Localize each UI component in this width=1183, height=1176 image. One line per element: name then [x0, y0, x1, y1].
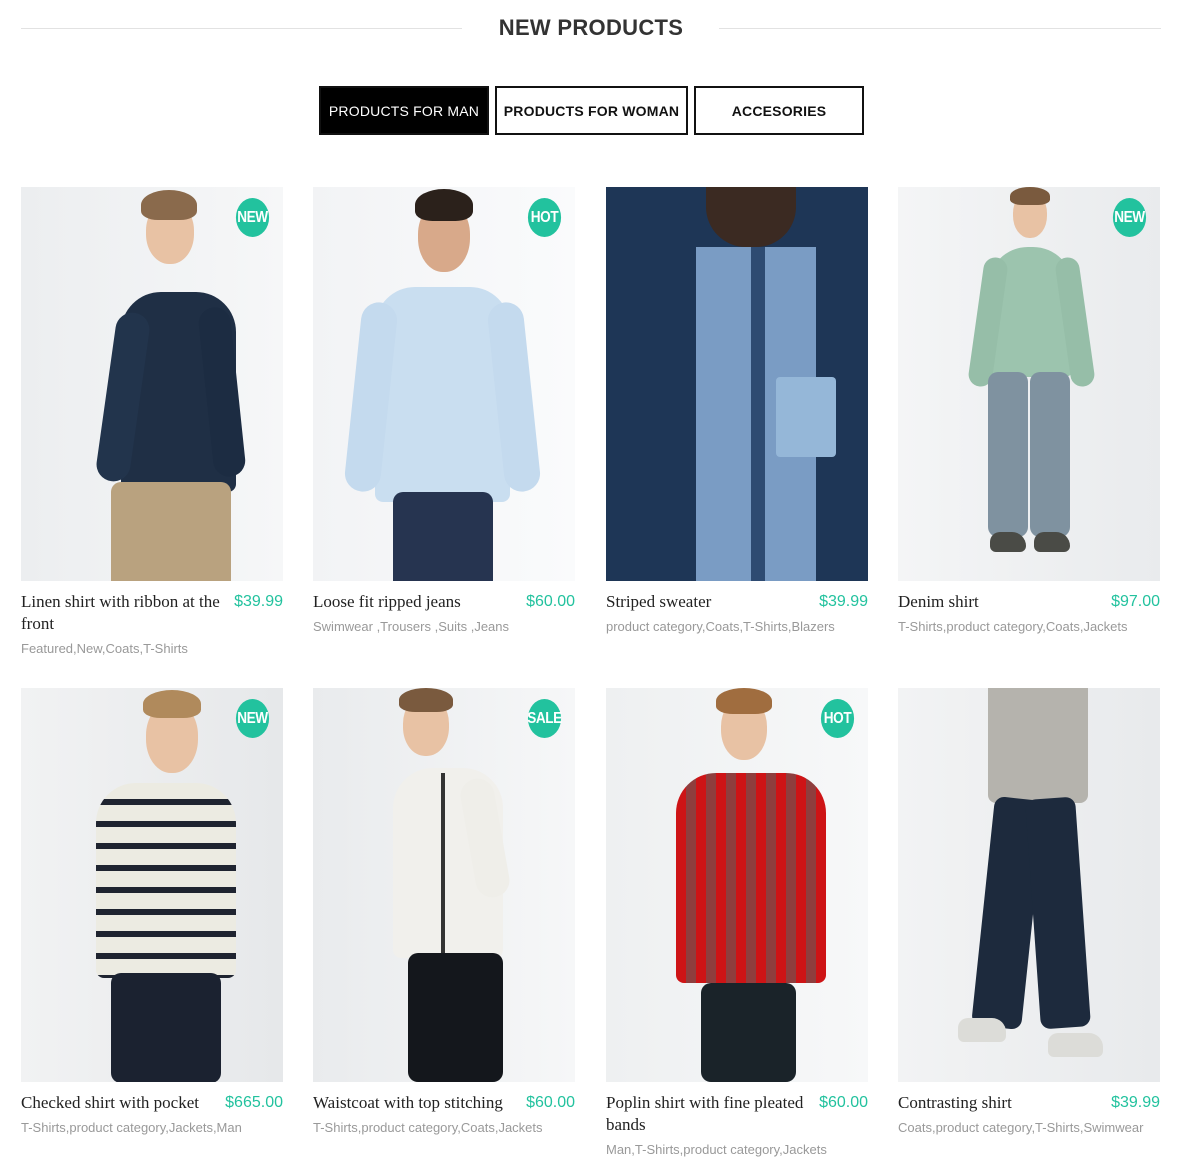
divider-right	[719, 28, 1161, 29]
product-price: $39.99	[819, 593, 868, 610]
product-categories[interactable]: Featured,New,Coats,T-Shirts	[21, 641, 283, 657]
product-card[interactable]: HOT Poplin shirt with fine pleated bands…	[606, 688, 868, 1158]
product-image[interactable]: HOT	[606, 688, 868, 1082]
product-image[interactable]	[606, 187, 868, 581]
tab-accesories[interactable]: ACCESORIES	[694, 86, 864, 135]
product-image[interactable]: NEW	[898, 187, 1160, 581]
product-title[interactable]: Contrasting shirt	[898, 1092, 1098, 1114]
product-card[interactable]: Contrasting shirt $39.99 Coats,product c…	[898, 688, 1160, 1136]
product-price: $60.00	[819, 1094, 868, 1111]
product-categories[interactable]: Swimwear ,Trousers ,Suits ,Jeans	[313, 619, 575, 635]
product-title[interactable]: Poplin shirt with fine pleated bands	[606, 1092, 806, 1136]
badge-sale: SALE	[527, 699, 562, 738]
product-price: $665.00	[225, 1094, 283, 1111]
product-card[interactable]: HOT Loose fit ripped jeans $60.00 Swimwe…	[313, 187, 575, 635]
product-title[interactable]: Striped sweater	[606, 591, 806, 613]
product-card[interactable]: SALE Waistcoat with top stitching $60.00…	[313, 688, 575, 1136]
product-card[interactable]: NEW Linen shirt with ribbon at the front…	[21, 187, 283, 657]
product-price: $39.99	[234, 593, 283, 610]
product-price: $60.00	[526, 1094, 575, 1111]
product-categories[interactable]: product category,Coats,T-Shirts,Blazers	[606, 619, 868, 635]
product-image[interactable]: NEW	[21, 187, 283, 581]
product-price: $97.00	[1111, 593, 1160, 610]
badge-new: NEW	[235, 699, 270, 738]
product-title[interactable]: Checked shirt with pocket	[21, 1092, 221, 1114]
badge-hot: HOT	[527, 198, 562, 237]
product-categories[interactable]: T-Shirts,product category,Jackets,Man	[21, 1120, 283, 1136]
product-price: $60.00	[526, 593, 575, 610]
product-tabs: PRODUCTS FOR MAN PRODUCTS FOR WOMAN ACCE…	[319, 86, 864, 135]
product-categories[interactable]: T-Shirts,product category,Coats,Jackets	[898, 619, 1160, 635]
product-title[interactable]: Waistcoat with top stitching	[313, 1092, 513, 1114]
product-image[interactable]: NEW	[21, 688, 283, 1082]
section-header: NEW PRODUCTS	[21, 10, 1161, 48]
tab-products-for-man[interactable]: PRODUCTS FOR MAN	[319, 86, 489, 135]
product-title[interactable]: Denim shirt	[898, 591, 1098, 613]
product-categories[interactable]: Man,T-Shirts,product category,Jackets	[606, 1142, 868, 1158]
product-categories[interactable]: Coats,product category,T-Shirts,Swimwear	[898, 1120, 1160, 1136]
badge-new: NEW	[1112, 198, 1147, 237]
product-card[interactable]: NEW Checked shirt with pocket $665.00 T-…	[21, 688, 283, 1136]
product-price: $39.99	[1111, 1094, 1160, 1111]
product-title[interactable]: Loose fit ripped jeans	[313, 591, 513, 613]
badge-hot: HOT	[820, 699, 855, 738]
product-card[interactable]: NEW Denim shirt $97.00 T-Shirts,product …	[898, 187, 1160, 635]
badge-new: NEW	[235, 198, 270, 237]
product-card[interactable]: Striped sweater $39.99 product category,…	[606, 187, 868, 635]
product-image[interactable]	[898, 688, 1160, 1082]
product-image[interactable]: SALE	[313, 688, 575, 1082]
product-categories[interactable]: T-Shirts,product category,Coats,Jackets	[313, 1120, 575, 1136]
product-image[interactable]: HOT	[313, 187, 575, 581]
product-title[interactable]: Linen shirt with ribbon at the front	[21, 591, 221, 635]
tab-products-for-woman[interactable]: PRODUCTS FOR WOMAN	[495, 86, 688, 135]
